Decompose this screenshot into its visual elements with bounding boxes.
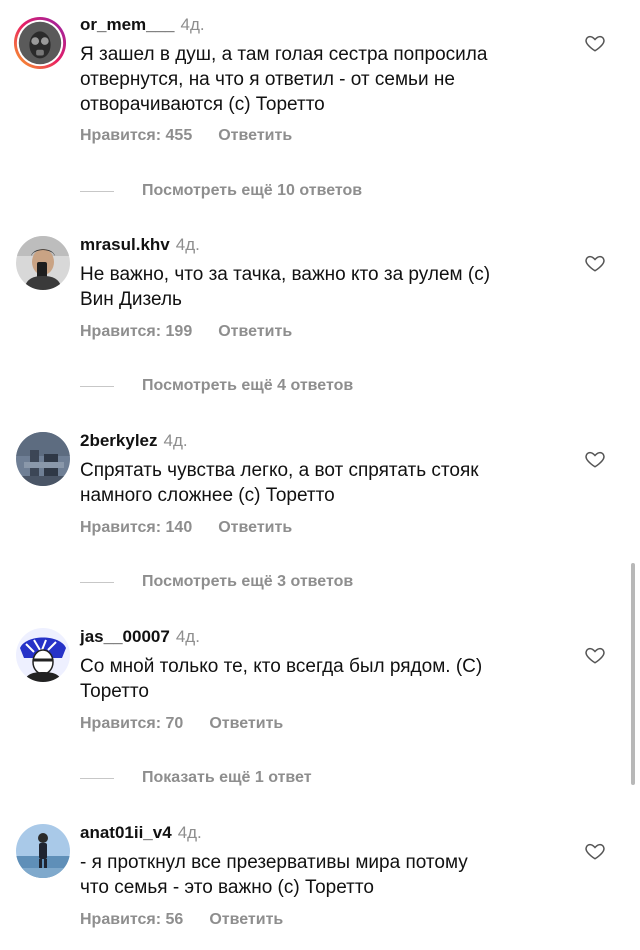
username[interactable]: anat01ii_v4: [80, 823, 172, 842]
view-replies-button[interactable]: Посмотреть ещё 4 ответов: [80, 377, 353, 395]
view-replies-button[interactable]: Показать ещё 1 ответ: [80, 769, 312, 787]
comment-actions: Нравится: 140 Ответить: [80, 519, 292, 537]
heart-outline-icon: [585, 843, 605, 860]
like-button[interactable]: [584, 448, 606, 470]
comment-actions: Нравится: 455 Ответить: [80, 127, 292, 145]
comment-actions: Нравится: 56 Ответить: [80, 911, 283, 929]
view-replies-button[interactable]: Посмотреть ещё 10 ответов: [80, 182, 362, 200]
username[interactable]: or_mem___: [80, 15, 175, 34]
heart-outline-icon: [585, 451, 605, 468]
divider-line: [80, 385, 114, 387]
timestamp: 4д.: [180, 15, 205, 34]
comment-text: - я проткнул все презервативы мира потом…: [80, 852, 468, 898]
comment-text: Не важно, что за тачка, важно кто за рул…: [80, 264, 491, 310]
scrollbar[interactable]: [631, 563, 635, 785]
reply-button[interactable]: Ответить: [209, 715, 283, 733]
comment-actions: Нравится: 70 Ответить: [80, 715, 283, 733]
username[interactable]: 2berkylez: [80, 431, 158, 450]
comment-text: Спрятать чувства легко, а вот спрятать с…: [80, 460, 479, 506]
avatar[interactable]: [16, 432, 70, 486]
divider-line: [80, 777, 114, 779]
heart-outline-icon: [585, 255, 605, 272]
view-replies-label: Посмотреть ещё 10 ответов: [142, 182, 363, 199]
likes-count[interactable]: Нравится: 70: [80, 715, 183, 733]
view-replies-button[interactable]: Посмотреть ещё 3 ответов: [80, 573, 353, 591]
like-button[interactable]: [584, 840, 606, 862]
timestamp: 4д.: [175, 235, 200, 254]
timestamp: 4д.: [175, 627, 200, 646]
reply-button[interactable]: Ответить: [218, 127, 292, 145]
heart-outline-icon: [585, 35, 605, 52]
comment-meta: anat01ii_v4 4д.: [80, 822, 202, 844]
divider-line: [80, 581, 114, 583]
avatar[interactable]: [13, 16, 69, 72]
timestamp: 4д.: [163, 431, 188, 450]
likes-count[interactable]: Нравится: 455: [80, 127, 192, 145]
reply-button[interactable]: Ответить: [218, 323, 292, 341]
comment-meta: 2berkylez 4д.: [80, 430, 188, 452]
timestamp: 4д.: [177, 823, 202, 842]
view-replies-label: Посмотреть ещё 3 ответов: [142, 573, 354, 590]
likes-count[interactable]: Нравится: 199: [80, 323, 192, 341]
view-replies-label: Посмотреть ещё 4 ответов: [142, 377, 354, 394]
like-button[interactable]: [584, 32, 606, 54]
likes-count[interactable]: Нравится: 56: [80, 911, 183, 929]
comment-meta: mrasul.khv 4д.: [80, 234, 200, 256]
username[interactable]: mrasul.khv: [80, 235, 170, 254]
avatar[interactable]: [16, 236, 70, 290]
heart-outline-icon: [585, 647, 605, 664]
comment-meta: jas__00007 4д.: [80, 626, 200, 648]
avatar[interactable]: [16, 628, 70, 682]
reply-button[interactable]: Ответить: [209, 911, 283, 929]
comment-actions: Нравится: 199 Ответить: [80, 323, 292, 341]
reply-button[interactable]: Ответить: [218, 519, 292, 537]
view-replies-label: Показать ещё 1 ответ: [142, 769, 312, 786]
divider-line: [80, 190, 114, 192]
username[interactable]: jas__00007: [80, 627, 170, 646]
like-button[interactable]: [584, 252, 606, 274]
comment-text: Я зашел в душ, а там голая сестра попрос…: [80, 44, 488, 115]
avatar[interactable]: [16, 824, 70, 878]
comment-meta: or_mem___ 4д.: [80, 14, 205, 36]
comment-text: Со мной только те, кто всегда был рядом.…: [80, 656, 483, 702]
likes-count[interactable]: Нравится: 140: [80, 519, 192, 537]
like-button[interactable]: [584, 644, 606, 666]
